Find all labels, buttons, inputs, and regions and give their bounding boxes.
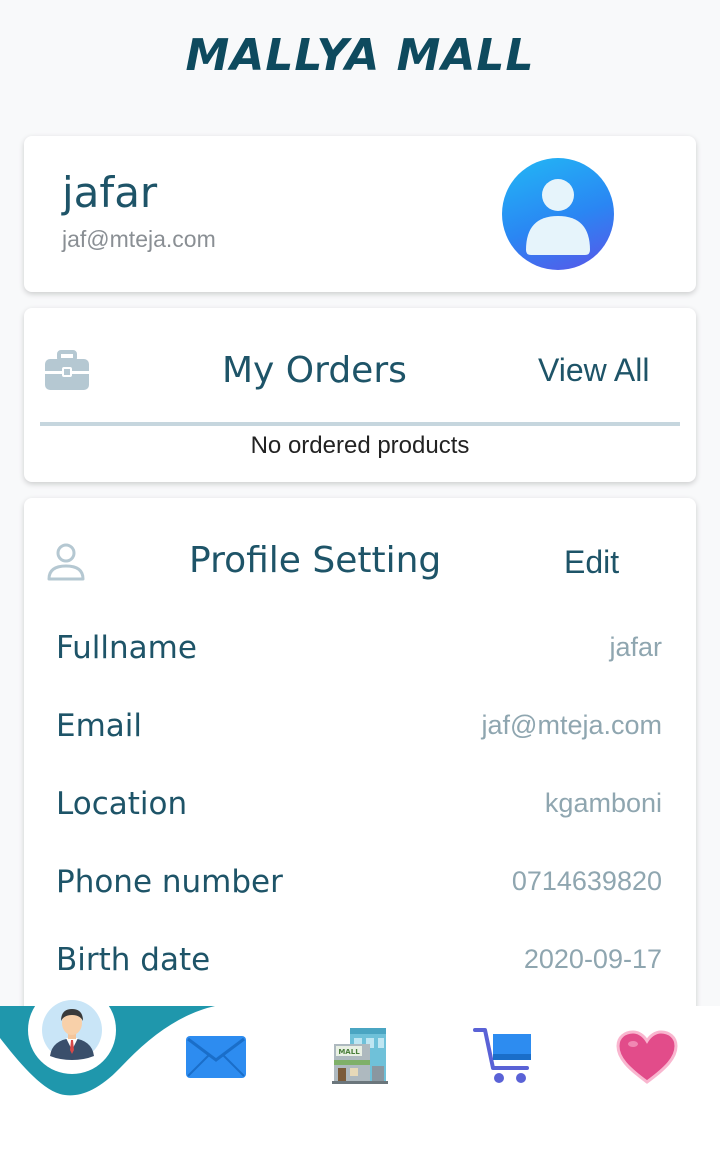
orders-card: My Orders View All No ordered products (24, 308, 696, 482)
view-all-link[interactable]: View All (538, 352, 649, 389)
shopping-cart-icon[interactable] (473, 1026, 535, 1091)
orders-title: My Orders (222, 350, 407, 391)
profile-row-birthdate: Birth date 2020-09-17 (56, 942, 662, 992)
profile-title: Profile Setting (189, 540, 442, 581)
row-label: Email (56, 708, 143, 744)
heart-icon[interactable] (616, 1030, 678, 1089)
mall-building-icon[interactable]: MALL (332, 1026, 388, 1089)
user-name: jafar (62, 168, 158, 217)
profile-card: Profile Setting Edit Fullname jafar Emai… (24, 498, 696, 1058)
row-label: Birth date (56, 942, 211, 978)
row-label: Phone number (56, 864, 283, 900)
svg-text:MALL: MALL (338, 1048, 360, 1056)
user-card: jafar jaf@mteja.com (24, 136, 696, 292)
user-email: jaf@mteja.com (62, 226, 216, 252)
person-outline-icon (46, 542, 86, 587)
edit-profile-button[interactable]: Edit (564, 544, 619, 581)
profile-row-fullname: Fullname jafar (56, 630, 662, 680)
row-value: kgamboni (544, 788, 662, 818)
row-value: jaf@mteja.com (481, 710, 662, 740)
row-value: 0714639820 (511, 866, 662, 896)
divider (40, 422, 680, 426)
businessman-avatar-icon[interactable] (42, 1000, 102, 1065)
app-logo: MALLYA MALL (185, 30, 535, 81)
row-value: 2020-09-17 (523, 944, 662, 974)
profile-row-location: Location kgamboni (56, 786, 662, 836)
envelope-icon[interactable] (186, 1036, 246, 1083)
row-value: jafar (609, 632, 662, 662)
empty-orders-text: No ordered products (250, 432, 470, 459)
bottom-navigation: MALL (0, 1000, 720, 1156)
profile-row-email: Email jaf@mteja.com (56, 708, 662, 758)
row-label: Location (56, 786, 188, 822)
profile-row-phone: Phone number 0714639820 (56, 864, 662, 914)
row-label: Fullname (56, 630, 197, 666)
briefcase-icon (44, 350, 90, 397)
user-avatar-icon[interactable] (502, 158, 614, 270)
